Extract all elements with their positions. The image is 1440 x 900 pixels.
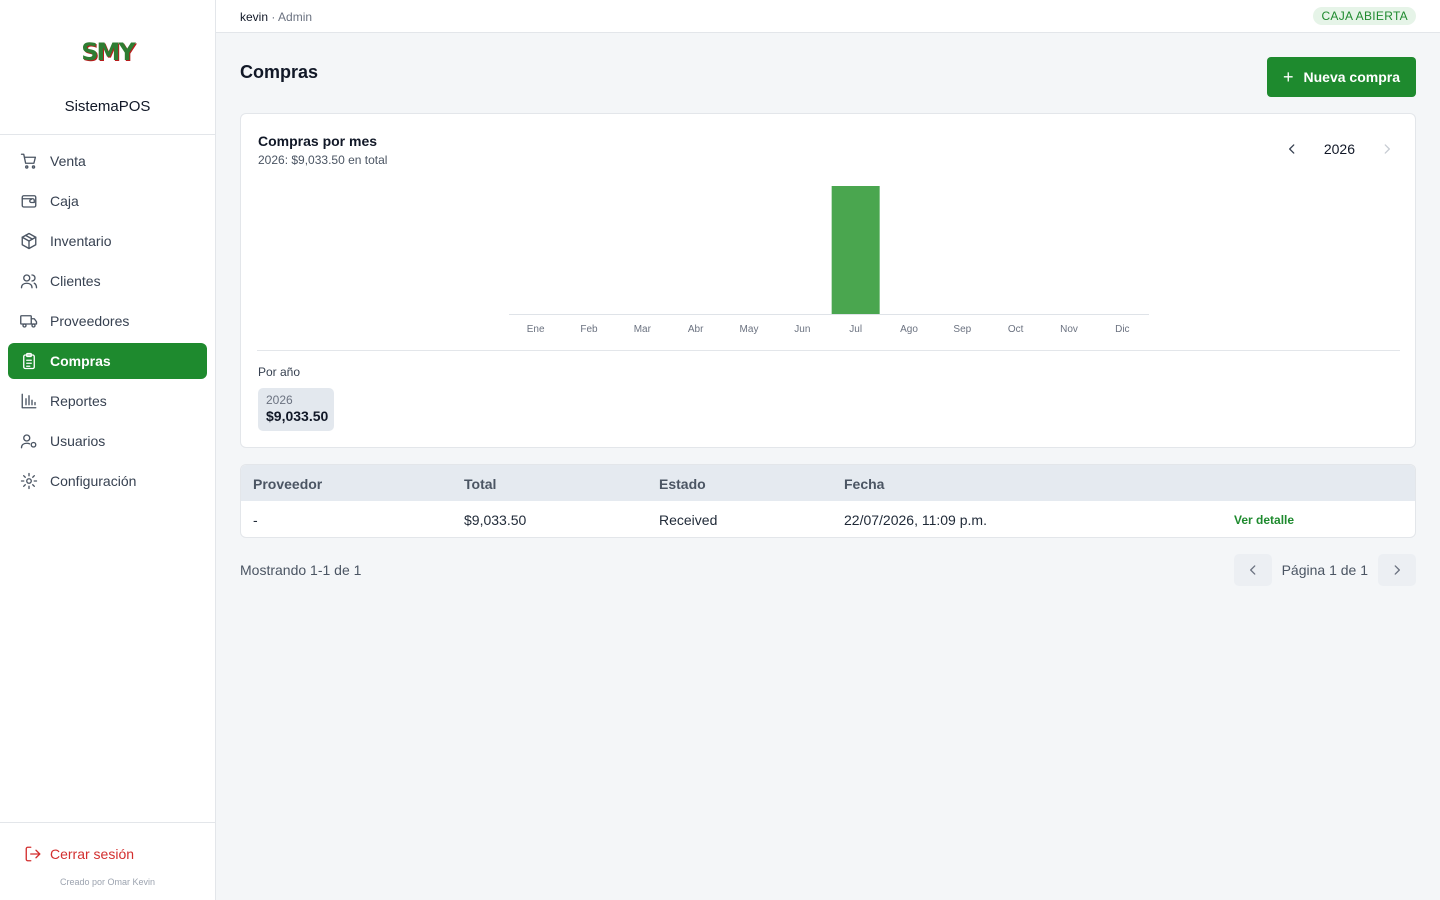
logout-icon bbox=[24, 845, 42, 863]
sidebar-item-label: Caja bbox=[50, 193, 79, 209]
sidebar-item-reportes[interactable]: Reportes bbox=[8, 383, 207, 419]
next-page-button[interactable] bbox=[1378, 554, 1416, 586]
chart-x-tick-label: Jul bbox=[849, 324, 862, 335]
pagination-summary: Mostrando 1-1 de 1 bbox=[240, 562, 362, 578]
sidebar-footer: Cerrar sesión Creado por Omar Kevin bbox=[0, 822, 215, 900]
logout-label: Cerrar sesión bbox=[50, 846, 135, 862]
chevron-right-icon bbox=[1394, 565, 1400, 575]
previous-year-button[interactable] bbox=[1280, 138, 1304, 160]
column-header-fecha[interactable]: Fecha bbox=[844, 476, 884, 492]
chevron-right-icon bbox=[1384, 144, 1390, 154]
sidebar-item-label: Venta bbox=[50, 153, 86, 169]
chart-title: Compras por mes bbox=[258, 133, 378, 149]
cell-total: $9,033.50 bbox=[464, 512, 527, 528]
sidebar-item-inventario[interactable]: Inventario bbox=[8, 223, 207, 259]
column-header-proveedor[interactable]: Proveedor bbox=[253, 476, 322, 492]
purchases-table: Proveedor Total Estado Fecha - $9,033.50… bbox=[240, 464, 1416, 538]
chart-x-tick-label: May bbox=[740, 324, 759, 335]
gear-icon bbox=[20, 472, 38, 490]
brand-logo-text: SMY bbox=[81, 38, 136, 66]
table-header: Proveedor Total Estado Fecha bbox=[241, 465, 1415, 501]
cell-proveedor: - bbox=[253, 512, 258, 528]
sidebar-item-proveedores[interactable]: Proveedores bbox=[8, 303, 207, 339]
chart-x-tick-label: Sep bbox=[953, 324, 971, 335]
sidebar-item-label: Compras bbox=[50, 353, 111, 369]
sidebar-item-label: Proveedores bbox=[50, 313, 130, 329]
sidebar-nav: Venta Caja Inventario Clientes Proveedor… bbox=[0, 135, 215, 499]
chart-x-tick-label: Feb bbox=[580, 324, 598, 335]
user-name: kevin bbox=[240, 10, 269, 24]
sidebar-item-label: Clientes bbox=[50, 273, 101, 289]
page-indicator: Página 1 de 1 bbox=[1281, 562, 1368, 578]
monthly-purchases-chart: Ene Feb Mar Abr May Jun Jul Ago Sep Oct Nov Dic bbox=[509, 186, 1149, 335]
brand-name: SistemaPOS bbox=[64, 98, 151, 115]
cell-fecha: 22/07/2026, 11:09 p.m. bbox=[844, 512, 987, 528]
year-chip-value: $9,033.50 bbox=[266, 408, 329, 424]
view-detail-link[interactable]: Ver detalle bbox=[1234, 513, 1294, 527]
sidebar-item-label: Reportes bbox=[50, 393, 107, 409]
sidebar-item-compras[interactable]: Compras bbox=[8, 343, 207, 379]
sidebar-item-venta[interactable]: Venta bbox=[8, 143, 207, 179]
new-purchase-label: Nueva compra bbox=[1303, 69, 1400, 85]
logout-button[interactable]: Cerrar sesión bbox=[24, 845, 134, 863]
previous-page-button[interactable] bbox=[1233, 554, 1272, 586]
wallet-icon bbox=[20, 192, 38, 210]
table-row: - $9,033.50 Received 22/07/2026, 11:09 p… bbox=[241, 501, 1415, 537]
por-ano-label: Por año bbox=[258, 365, 301, 379]
topbar: kevin · Admin CAJA ABIERTA bbox=[216, 0, 1440, 33]
user-settings-icon bbox=[20, 432, 38, 450]
plus-icon: + bbox=[1283, 67, 1294, 87]
selected-year: 2026 bbox=[1323, 141, 1355, 157]
brand-logo[interactable]: SMY bbox=[73, 34, 143, 70]
sidebar-item-caja[interactable]: Caja bbox=[8, 183, 207, 219]
column-header-estado[interactable]: Estado bbox=[659, 476, 706, 492]
chart-x-tick-label: Ene bbox=[527, 324, 545, 335]
credit-text: Creado por Omar Kevin bbox=[59, 877, 156, 887]
sidebar-item-label: Inventario bbox=[50, 233, 112, 249]
user-role: Admin bbox=[278, 10, 313, 24]
truck-icon bbox=[20, 312, 38, 330]
cart-icon bbox=[20, 152, 38, 170]
chart-bar-jul[interactable] bbox=[831, 186, 880, 314]
chart-x-tick-label: Mar bbox=[634, 324, 652, 335]
chevron-left-icon bbox=[1249, 565, 1255, 575]
next-year-button[interactable] bbox=[1375, 138, 1399, 160]
user-info: kevin · Admin bbox=[240, 10, 312, 24]
page-title: Compras bbox=[240, 62, 319, 82]
sidebar-item-clientes[interactable]: Clientes bbox=[8, 263, 207, 299]
purchases-chart-card: Ene Feb Mar Abr May Jun Jul Ago Sep Oct Nov Dic Com… bbox=[240, 113, 1416, 448]
chart-subtitle: 2026: $9,033.50 en total bbox=[258, 153, 388, 167]
new-purchase-button[interactable]: + Nueva compra bbox=[1267, 57, 1416, 97]
sidebar-item-label: Usuarios bbox=[50, 433, 106, 449]
chart-x-tick-label: Jun bbox=[794, 324, 810, 335]
caja-status-badge: CAJA ABIERTA bbox=[1313, 7, 1416, 25]
users-icon bbox=[20, 272, 38, 290]
card-divider bbox=[257, 350, 1400, 351]
sidebar-item-usuarios[interactable]: Usuarios bbox=[8, 423, 207, 459]
brand: SMY SistemaPOS bbox=[0, 0, 215, 135]
chart-x-tick-label: Ago bbox=[900, 324, 918, 335]
chart-x-tick-label: Oct bbox=[1008, 324, 1024, 335]
pagination: Página 1 de 1 bbox=[1233, 554, 1416, 586]
chevron-left-icon bbox=[1288, 144, 1295, 154]
bar-chart-icon bbox=[20, 392, 38, 410]
year-summary-chip[interactable]: 2026 $9,033.50 bbox=[258, 388, 334, 431]
clipboard-icon bbox=[20, 352, 38, 370]
sidebar: SMY SistemaPOS Venta Caja Inventario Cli… bbox=[0, 0, 216, 900]
column-header-total[interactable]: Total bbox=[464, 476, 496, 492]
chart-x-tick-label: Dic bbox=[1115, 324, 1129, 335]
chart-x-tick-label: Nov bbox=[1060, 324, 1078, 335]
user-separator: · bbox=[268, 10, 279, 24]
cell-estado: Received bbox=[659, 512, 718, 528]
box-icon bbox=[20, 232, 38, 250]
chart-x-tick-label: Abr bbox=[688, 324, 704, 335]
year-chip-year: 2026 bbox=[266, 393, 293, 407]
sidebar-item-configuracion[interactable]: Configuración bbox=[8, 463, 207, 499]
sidebar-item-label: Configuración bbox=[50, 473, 137, 489]
year-navigator: 2026 bbox=[1280, 138, 1399, 160]
